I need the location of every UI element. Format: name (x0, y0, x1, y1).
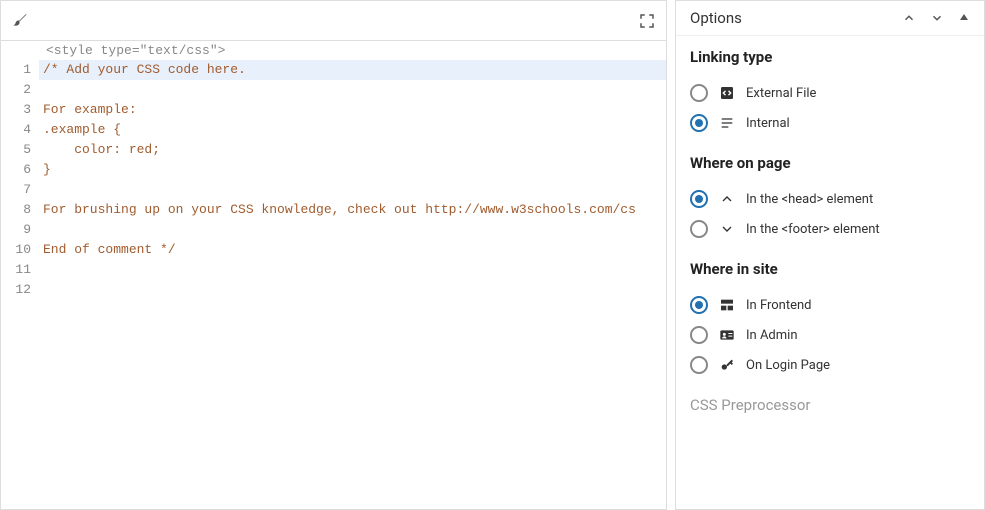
code-line[interactable]: .example { (39, 120, 666, 140)
label-on-login-page: On Login Page (746, 358, 830, 373)
editor-toolbar (1, 1, 666, 41)
line-gutter: 123456789101112 (1, 60, 39, 509)
line-number: 5 (1, 140, 31, 160)
chevron-up-icon[interactable] (902, 11, 916, 25)
line-number: 4 (1, 120, 31, 140)
code-line[interactable] (39, 280, 666, 300)
radio-internal[interactable] (690, 114, 708, 132)
radio-on-login-page[interactable] (690, 356, 708, 374)
layout-icon (718, 296, 736, 314)
code-area[interactable]: 123456789101112 /* Add your CSS code her… (1, 60, 666, 509)
fullscreen-icon[interactable] (638, 12, 656, 30)
line-number: 8 (1, 200, 31, 220)
radio-in-admin[interactable] (690, 326, 708, 344)
option-in-footer[interactable]: In the <footer> element (690, 214, 970, 244)
section-css-preprocessor: CSS Preprocessor (676, 384, 984, 430)
code-line[interactable] (39, 260, 666, 280)
label-external-file: External File (746, 86, 816, 101)
option-external-file[interactable]: External File (690, 78, 970, 108)
code-line[interactable]: End of comment */ (39, 240, 666, 260)
lines-icon (718, 114, 736, 132)
line-number: 11 (1, 260, 31, 280)
label-in-admin: In Admin (746, 328, 798, 343)
label-in-frontend: In Frontend (746, 298, 812, 313)
id-card-icon (718, 326, 736, 344)
code-line[interactable] (39, 180, 666, 200)
code-lines[interactable]: /* Add your CSS code here. For example:.e… (39, 60, 666, 509)
code-file-icon (718, 84, 736, 102)
label-in-footer: In the <footer> element (746, 222, 880, 237)
section-where-on-page: Where on page In the <head> element In t… (676, 142, 984, 248)
code-line[interactable]: For brushing up on your CSS knowledge, c… (39, 200, 666, 220)
radio-external-file[interactable] (690, 84, 708, 102)
line-number: 2 (1, 80, 31, 100)
label-internal: Internal (746, 116, 790, 131)
line-number: 6 (1, 160, 31, 180)
key-icon (718, 356, 736, 374)
section-where-in-site: Where in site In Frontend In Admin On Lo… (676, 248, 984, 384)
line-number: 10 (1, 240, 31, 260)
code-line[interactable] (39, 220, 666, 240)
section-linking-type: Linking type External File Internal (676, 36, 984, 142)
heading-linking-type: Linking type (690, 48, 970, 66)
radio-in-frontend[interactable] (690, 296, 708, 314)
arrow-up-icon (718, 190, 736, 208)
arrow-down-icon (718, 220, 736, 238)
heading-css-preprocessor: CSS Preprocessor (690, 396, 970, 414)
options-panel: Options Linking type External File (675, 0, 985, 510)
code-line[interactable]: /* Add your CSS code here. (39, 60, 666, 80)
radio-in-head[interactable] (690, 190, 708, 208)
options-header: Options (676, 1, 984, 36)
line-number: 9 (1, 220, 31, 240)
code-line[interactable] (39, 80, 666, 100)
heading-where-on-page: Where on page (690, 154, 970, 172)
style-tag-label: <style type="text/css"> (1, 41, 666, 60)
brush-icon[interactable] (11, 12, 29, 30)
options-header-actions (902, 11, 970, 25)
option-on-login-page[interactable]: On Login Page (690, 350, 970, 380)
collapse-icon[interactable] (958, 11, 970, 25)
options-title: Options (690, 9, 742, 27)
line-number: 3 (1, 100, 31, 120)
option-in-head[interactable]: In the <head> element (690, 184, 970, 214)
option-in-admin[interactable]: In Admin (690, 320, 970, 350)
radio-in-footer[interactable] (690, 220, 708, 238)
line-number: 12 (1, 280, 31, 300)
line-number: 7 (1, 180, 31, 200)
option-in-frontend[interactable]: In Frontend (690, 290, 970, 320)
editor-panel: <style type="text/css"> 123456789101112 … (0, 0, 667, 510)
option-internal[interactable]: Internal (690, 108, 970, 138)
editor-body: <style type="text/css"> 123456789101112 … (1, 41, 666, 509)
line-number: 1 (1, 60, 31, 80)
code-line[interactable]: For example: (39, 100, 666, 120)
heading-where-in-site: Where in site (690, 260, 970, 278)
code-line[interactable]: color: red; (39, 140, 666, 160)
code-line[interactable]: } (39, 160, 666, 180)
label-in-head: In the <head> element (746, 192, 873, 207)
chevron-down-icon[interactable] (930, 11, 944, 25)
